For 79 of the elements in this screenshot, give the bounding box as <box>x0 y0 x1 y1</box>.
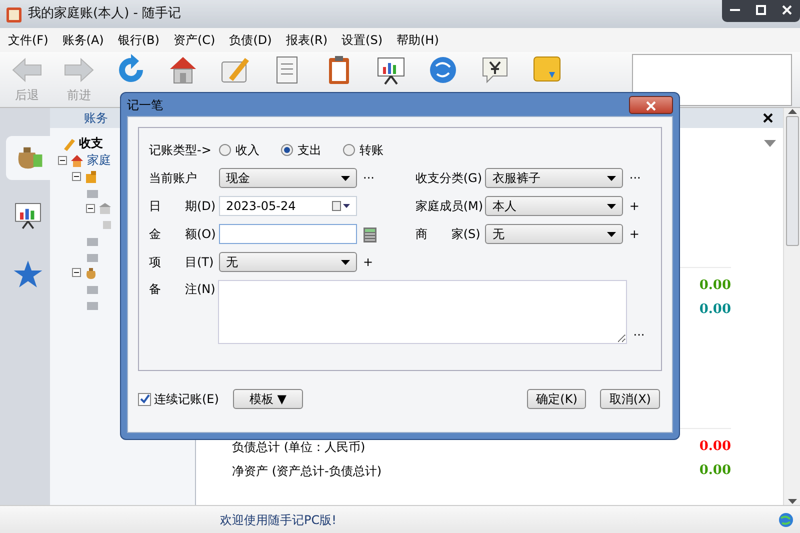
more-text[interactable]: + <box>629 225 644 243</box>
amount-field[interactable] <box>219 224 357 244</box>
form-label: 当前账户 <box>149 170 198 187</box>
checkbox[interactable]: 连续记账(E) <box>138 390 219 408</box>
menu-item[interactable]: 资产(C) <box>173 31 216 49</box>
caret-icon <box>607 232 616 236</box>
radio-option[interactable]: 转账 <box>343 141 384 159</box>
pencil-icon <box>62 136 76 151</box>
tree-item[interactable]: 家庭 <box>87 151 111 169</box>
dropdown-field[interactable]: 本人 <box>485 196 624 216</box>
search-field[interactable] <box>632 54 792 106</box>
status-text: 欢迎使用随手记PC版! <box>220 512 336 528</box>
dialog-title: 记一笔 <box>127 96 163 114</box>
template-button[interactable]: 模板 ▼ <box>232 389 303 409</box>
more-text[interactable]: ··· <box>363 169 377 187</box>
caret-icon <box>607 204 616 208</box>
close-button[interactable] <box>629 96 673 114</box>
check-icon <box>140 394 150 404</box>
close-icon <box>782 5 792 15</box>
date-field[interactable]: 2023-05-24 <box>219 196 357 216</box>
menu-item[interactable]: 账务(A) <box>62 31 104 49</box>
scroll-thumb[interactable] <box>786 116 798 246</box>
form-label: 日 期(D) <box>149 198 217 215</box>
close-icon <box>646 101 656 112</box>
form-label: 金 额(O) <box>149 226 217 243</box>
summary-value: 0.00 <box>699 462 731 480</box>
maximize-icon <box>756 5 766 15</box>
form-label: 项 目(T) <box>149 254 215 271</box>
more-text[interactable]: + <box>629 197 644 215</box>
form-label: 商 家(S) <box>415 226 482 243</box>
window-title: 我的家庭账(本人) - 随手记 <box>28 5 182 24</box>
close-icon <box>763 113 773 124</box>
menu-item[interactable]: 文件(F) <box>8 31 48 49</box>
dropdown-field[interactable]: 无 <box>485 224 624 244</box>
menu-item[interactable]: 设置(S) <box>342 31 382 49</box>
caret-icon <box>341 260 350 264</box>
globe-icon <box>778 512 794 528</box>
bank-icon <box>98 202 112 216</box>
form-label: 家庭成员(M) <box>415 198 484 215</box>
collapse-icon <box>72 268 81 278</box>
money-bag-icon <box>84 266 98 280</box>
caret-icon <box>607 176 616 180</box>
menu-item[interactable]: 帮助(H) <box>396 31 439 49</box>
caret-icon <box>341 176 350 180</box>
minimize-icon <box>730 9 740 11</box>
form-label: 备 注(N) <box>149 281 216 298</box>
panel-heading: 收支 <box>79 135 103 152</box>
more-text[interactable]: + <box>363 253 377 271</box>
more-text[interactable]: ··· <box>633 326 647 344</box>
calculator-icon <box>363 226 377 243</box>
app-logo-icon <box>6 6 22 23</box>
calendar-icon <box>332 201 350 211</box>
form-label: 收支分类(G) <box>415 170 484 187</box>
dropdown-field[interactable]: 衣服裤子 <box>485 168 624 188</box>
scrollbar[interactable] <box>783 108 800 505</box>
summary-value: 0.00 <box>699 277 731 296</box>
summary-label: 净资产 (资产总计-负债总计) <box>232 463 382 480</box>
summary-value: 0.00 <box>699 438 731 456</box>
summary-value: 0.00 <box>699 301 731 320</box>
collapse-icon <box>58 156 67 166</box>
radio-option[interactable]: 收入 <box>219 141 260 159</box>
more-text[interactable]: ··· <box>629 169 644 187</box>
dropdown-field[interactable]: 无 <box>219 252 357 272</box>
dialog-button[interactable]: 确定(K) <box>527 389 586 409</box>
dialog-button[interactable]: 取消(X) <box>600 389 660 409</box>
menu-item[interactable]: 负债(D) <box>229 31 272 49</box>
note-field[interactable] <box>218 280 628 344</box>
radio-option[interactable]: 支出 <box>281 141 322 159</box>
menu-item[interactable]: 银行(B) <box>118 31 160 49</box>
collapse-icon <box>72 172 81 182</box>
side-tab[interactable] <box>6 136 50 180</box>
dropdown-icon <box>763 138 777 149</box>
collapse-icon <box>86 204 95 214</box>
dropdown-field[interactable]: 现金 <box>219 168 357 188</box>
globe-icon <box>427 54 459 86</box>
house-icon <box>70 154 84 168</box>
menu-item[interactable]: 报表(R) <box>286 31 328 49</box>
form-label: 记账类型-> <box>149 142 212 159</box>
summary-label: 负债总计 (单位：人民币) <box>232 439 366 456</box>
